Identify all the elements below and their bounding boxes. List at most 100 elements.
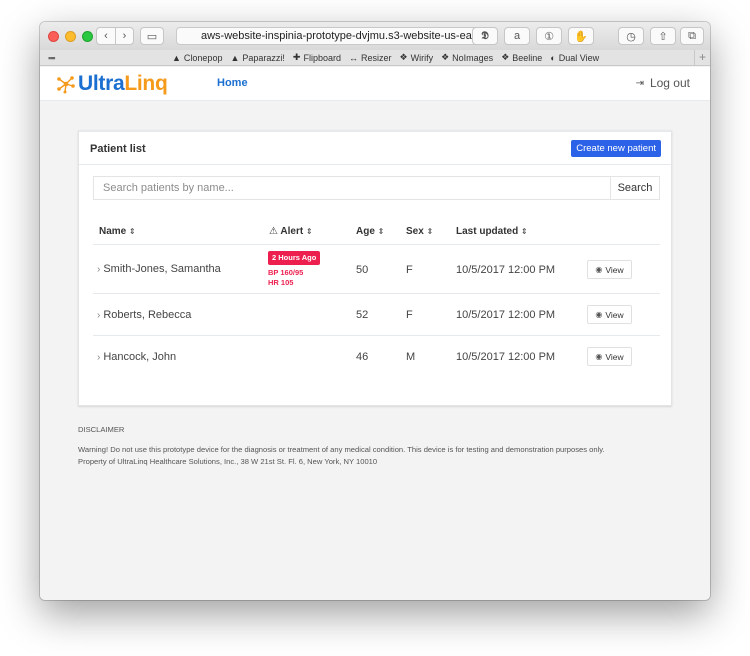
bookmark-icon: ❖ xyxy=(441,52,450,62)
nav-home-link[interactable]: Home xyxy=(217,77,248,89)
header-name[interactable]: Name ⇕ xyxy=(99,226,136,237)
header-updated-label: Last updated xyxy=(456,226,519,237)
alert-cell: 2 Hours Ago BP 160/95 HR 105 xyxy=(268,251,321,288)
header-sex-label: Sex xyxy=(406,226,424,237)
bookmark-item[interactable]: ✚ Flipboard xyxy=(293,52,341,63)
view-label: View xyxy=(605,351,624,362)
bookmark-item[interactable]: ↔ Resizer xyxy=(349,52,392,63)
sort-icon: ⇕ xyxy=(426,227,434,236)
browser-titlebar: ‹ › ▭ aws-website-inspinia-prototype-dvj… xyxy=(40,22,710,50)
patient-name[interactable]: › Roberts, Rebecca xyxy=(97,309,191,321)
patient-sex: M xyxy=(406,351,416,363)
patient-sex: F xyxy=(406,309,413,321)
header-name-label: Name xyxy=(99,226,127,237)
window-controls xyxy=(48,30,93,42)
patient-name-label: Hancock, John xyxy=(103,351,177,363)
warning-icon: ⚠ xyxy=(269,226,278,237)
header-alert[interactable]: ⚠ Alert ⇕ xyxy=(269,226,313,237)
bookmark-icon: ◐ xyxy=(550,52,556,63)
view-button[interactable]: ◉ View xyxy=(587,347,632,366)
patient-name-label: Roberts, Rebecca xyxy=(103,309,192,321)
view-label: View xyxy=(605,309,624,320)
onepassword-extension-icon[interactable]: ① xyxy=(536,27,562,45)
logo-text-ultra: Ultra xyxy=(78,72,125,95)
table-row[interactable]: › Roberts, Rebecca 52 F 10/5/2017 12:00 P… xyxy=(93,294,660,336)
patient-name[interactable]: › Hancock, John xyxy=(97,351,176,363)
patient-updated: 10/5/2017 12:00 PM xyxy=(456,351,556,363)
new-tab-plus-icon[interactable]: + xyxy=(694,50,710,65)
patient-sex: F xyxy=(406,264,413,276)
forward-icon[interactable]: › xyxy=(115,28,133,44)
table-row[interactable]: › Hancock, John 46 M 10/5/2017 12:00 PM ◉… xyxy=(93,336,660,378)
bookmark-item[interactable]: ❖ NoImages xyxy=(441,52,493,63)
bookmark-item[interactable]: ◐ Dual View xyxy=(550,52,599,63)
header-updated[interactable]: Last updated ⇕ xyxy=(456,226,528,237)
patient-age: 52 xyxy=(356,309,369,321)
back-icon[interactable]: ‹ xyxy=(97,28,115,44)
logo-text-linq: Linq xyxy=(124,72,168,95)
extension-d-icon[interactable]: 𝕯 xyxy=(472,27,498,45)
history-icon[interactable]: ◷ xyxy=(618,27,644,45)
bookmark-item[interactable]: ❖ Wirify xyxy=(400,52,434,63)
patient-updated: 10/5/2017 12:00 PM xyxy=(456,309,556,321)
table-header: Name ⇕ ⚠ Alert ⇕ Age ⇕ Sex ⇕ Last update… xyxy=(93,222,660,245)
eye-icon: ◉ xyxy=(595,310,603,319)
address-bar[interactable]: aws-website-inspinia-prototype-dvjmu.s3-… xyxy=(176,27,494,45)
search-input[interactable] xyxy=(93,176,610,200)
alert-bp: BP 160/95 xyxy=(268,268,304,277)
patient-age: 50 xyxy=(356,264,369,276)
eye-icon: ◉ xyxy=(595,265,603,274)
bookmark-label: Wirify xyxy=(410,52,434,63)
patient-table: Name ⇕ ⚠ Alert ⇕ Age ⇕ Sex ⇕ Last update… xyxy=(93,222,660,378)
bookmark-label: Paparazzi! xyxy=(242,52,285,63)
table-row[interactable]: › Smith-Jones, Samantha 2 Hours Ago BP 16… xyxy=(93,245,660,294)
sort-icon: ⇕ xyxy=(129,227,136,236)
address-url: aws-website-inspinia-prototype-dvjmu.s3-… xyxy=(201,30,472,42)
sort-icon: ⇕ xyxy=(377,227,385,236)
browser-window: ‹ › ▭ aws-website-inspinia-prototype-dvj… xyxy=(40,22,710,600)
zoom-window-button[interactable] xyxy=(82,30,93,42)
bookmarks-bar: ▪▪▪ ▲ Clonepop ▲ Paparazzi! ✚ Flipboard ↔ Resiz… xyxy=(40,50,710,66)
amazon-extension-icon[interactable]: a xyxy=(504,27,530,45)
bookmark-item[interactable]: ❖ Beeline xyxy=(501,52,542,63)
panel-title: Patient list xyxy=(90,143,146,155)
patient-name[interactable]: › Smith-Jones, Samantha xyxy=(97,263,221,275)
bookmark-icon: ▲ xyxy=(230,52,240,63)
disclaimer-warning: Warning! Do not use this prototype devic… xyxy=(78,445,605,454)
sort-icon: ⇕ xyxy=(305,227,313,236)
ultralinq-logo[interactable]: UltraLinq xyxy=(56,72,168,96)
bookmark-label: Dual View xyxy=(558,52,600,63)
minimize-window-button[interactable] xyxy=(65,30,76,42)
view-button[interactable]: ◉ View xyxy=(587,305,632,324)
bookmark-icon: ✚ xyxy=(292,52,301,62)
chevron-right-icon: › xyxy=(97,264,101,275)
share-icon[interactable]: ⇧ xyxy=(650,27,676,45)
disclaimer-title: DISCLAIMER xyxy=(78,425,125,434)
header-sex[interactable]: Sex ⇕ xyxy=(406,226,433,237)
bookmark-icon: ❖ xyxy=(399,52,408,62)
bookmark-label: NoImages xyxy=(452,52,494,63)
search-row: Search xyxy=(93,176,660,200)
logo-mark-icon xyxy=(57,76,75,94)
logout-link[interactable]: ⇥ Log out xyxy=(636,76,690,90)
view-label: View xyxy=(605,264,624,275)
hand-extension-icon[interactable]: ✋ xyxy=(568,27,594,45)
view-button[interactable]: ◉ View xyxy=(587,260,632,279)
close-window-button[interactable] xyxy=(48,30,59,42)
bookmarks-grid-icon[interactable]: ▪▪▪ xyxy=(48,53,62,63)
page: UltraLinq Home ⇥ Log out Patient list Cr… xyxy=(40,67,710,600)
panel-header: Patient list Create new patient xyxy=(79,132,671,165)
bookmark-icon: ❖ xyxy=(501,52,510,62)
eye-icon: ◉ xyxy=(595,352,603,361)
sort-icon: ⇕ xyxy=(521,227,528,236)
search-button[interactable]: Search xyxy=(610,176,660,200)
tabs-icon[interactable]: ⧉ xyxy=(680,27,704,45)
disclaimer-property: Property of UltraLinq Healthcare Solutio… xyxy=(78,457,378,466)
bookmark-item[interactable]: ▲ Clonepop xyxy=(172,52,222,63)
create-patient-button[interactable]: Create new patient xyxy=(571,140,661,157)
header-age[interactable]: Age ⇕ xyxy=(356,226,384,237)
chevron-right-icon: › xyxy=(97,352,101,363)
chevron-right-icon: › xyxy=(97,310,101,321)
bookmark-item[interactable]: ▲ Paparazzi! xyxy=(230,52,284,63)
sidebar-toggle-icon[interactable]: ▭ xyxy=(140,27,164,45)
